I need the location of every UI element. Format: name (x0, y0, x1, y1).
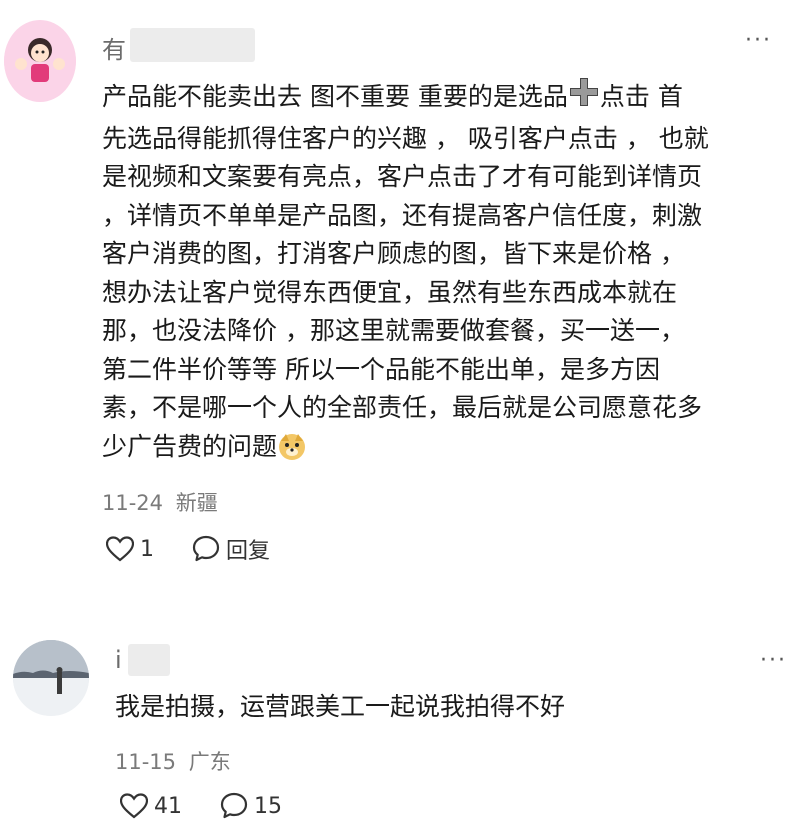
plus-icon (568, 76, 600, 120)
like-button[interactable]: 1 (106, 536, 154, 562)
comment-location: 新疆 (175, 491, 218, 515)
doge-emoji-icon (277, 431, 307, 473)
speech-bubble-icon (220, 792, 248, 819)
comment-text: 我是拍摄，运营跟美工一起说我拍得不好 (115, 688, 775, 727)
speech-bubble-icon (192, 535, 220, 562)
snow-scene-avatar-icon (13, 640, 89, 716)
text-line: 那，也没法降价 ，那这里就需要做套餐，买一送一， (102, 316, 685, 345)
more-dots-icon[interactable]: ··· (745, 28, 772, 53)
reply-button[interactable]: 15 (220, 792, 282, 820)
text-line: 先选品得能抓得住客户的兴趣 ， 吸引客户点击 ， 也就 (102, 123, 709, 153)
like-count: 41 (154, 793, 182, 819)
reply-count: 15 (254, 793, 282, 819)
comment-actions: 41 15 (120, 792, 320, 820)
comment-text: 产品能不能卖出去 图不重要 重要的是选品 点击 首 先选品得能抓得住客户的兴趣 ，… (102, 76, 792, 472)
username-blur (128, 644, 170, 676)
text-line: 第二件半价等等 所以一个品能不能出单，是多方因 (102, 354, 660, 384)
text-line: 素，不是哪一个人的全部责任，最后就是公司愿意花多 (102, 393, 703, 422)
text-line: 我是拍摄，运营跟美工一起说我拍得不好 (115, 692, 566, 721)
comment-date: 11-24 (102, 491, 164, 515)
text-line: 想办法让客户觉得东西便宜，虽然有些东西成本就在 (102, 277, 678, 307)
like-button[interactable]: 41 (120, 793, 182, 819)
text-line: 客户消费的图，打消客户顾虑的图，皆下来是价格 ， (102, 239, 685, 268)
username[interactable]: 有 (102, 30, 126, 65)
cartoon-avatar-icon (4, 25, 76, 97)
comment-1: 有 ··· 产品能不能卖出去 图不重要 重要的是选品 点击 首 先选品得能抓得住客… (0, 0, 803, 590)
avatar[interactable] (4, 20, 76, 102)
text-line: 少广告费的问题 (102, 428, 792, 473)
comment-2: i ··· 我是拍摄，运营跟美工一起说我拍得不好 11-15 广东 41 15 (0, 600, 803, 829)
comment-location: 广东 (188, 750, 231, 774)
text-line: ，详情页不单单是产品图，还有提高客户信任度，刺激 (102, 200, 703, 230)
comment-meta: 11-24 新疆 (102, 487, 218, 517)
avatar[interactable] (13, 640, 89, 716)
username[interactable]: i (115, 646, 122, 674)
text-line: 产品能不能卖出去 图不重要 重要的是选品 点击 首 (102, 76, 792, 120)
username-blur (130, 28, 255, 62)
comment-date: 11-15 (115, 750, 177, 774)
like-count: 1 (140, 536, 154, 562)
heart-outline-icon (106, 536, 134, 562)
heart-outline-icon (120, 793, 148, 819)
reply-button[interactable]: 回复 (192, 533, 270, 565)
more-dots-icon[interactable]: ··· (760, 648, 787, 673)
comment-actions: 1 回复 (106, 533, 308, 565)
reply-label: 回复 (226, 539, 271, 564)
text-line: 是视频和文案要有亮点，客户点击了才有可能到详情页 (102, 162, 703, 191)
comment-meta: 11-15 广东 (115, 746, 231, 776)
